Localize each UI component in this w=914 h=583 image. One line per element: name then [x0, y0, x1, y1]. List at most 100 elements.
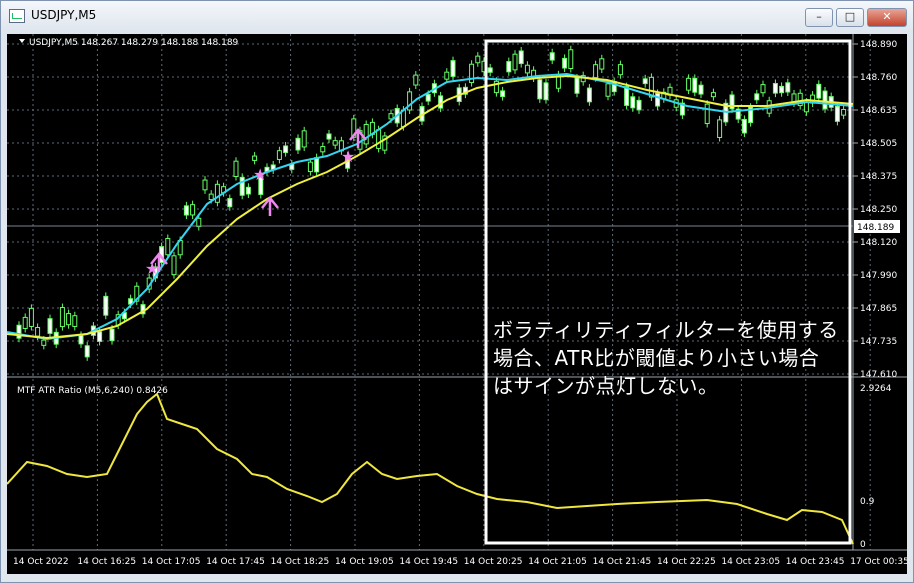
candle — [785, 82, 791, 93]
candle — [599, 58, 605, 70]
price-level-label: 147.865 — [860, 304, 897, 314]
candle — [413, 74, 419, 86]
candle — [630, 96, 636, 109]
candle — [655, 92, 661, 107]
time-axis-label: 14 Oct 2022 — [13, 557, 69, 567]
star-icon: ★ — [145, 259, 159, 278]
candle — [444, 71, 450, 80]
candle — [227, 198, 233, 208]
candle — [537, 79, 543, 100]
chevron-down-icon[interactable] — [19, 39, 25, 43]
maximize-button[interactable]: □ — [836, 8, 864, 27]
candle — [171, 255, 177, 276]
atr-level-label: 2.9264 — [860, 384, 892, 394]
candle — [214, 183, 220, 203]
candle — [332, 140, 338, 146]
price-level-label: 148.120 — [860, 238, 897, 248]
candle — [28, 307, 34, 327]
candle — [686, 77, 692, 91]
candle — [276, 150, 282, 160]
time-axis-label: 14 Oct 19:45 — [399, 557, 458, 567]
candle — [593, 64, 599, 79]
candle — [772, 82, 778, 94]
candle — [59, 307, 65, 328]
close-button[interactable]: ✕ — [867, 8, 907, 27]
candle — [710, 92, 716, 98]
current-price-label: 148.189 — [857, 223, 894, 233]
candle — [698, 84, 704, 95]
candle — [586, 87, 592, 103]
candle — [692, 77, 698, 93]
candle — [642, 78, 648, 85]
candle — [450, 60, 456, 77]
price-level-label: 148.375 — [860, 172, 897, 182]
price-level-label: 148.250 — [860, 205, 897, 215]
candle — [97, 331, 103, 342]
minimize-button[interactable]: – — [805, 8, 833, 27]
candle — [624, 86, 630, 106]
price-level-label: 148.890 — [860, 40, 897, 50]
chart-window: USDJPY,M5 – □ ✕ ★ ★ ★ 148.890 148.760 14… — [0, 0, 914, 583]
candle — [196, 217, 202, 228]
candle — [562, 57, 568, 69]
candle — [103, 295, 109, 316]
time-axis-label: 14 Oct 23:45 — [786, 557, 845, 567]
candle — [35, 327, 41, 337]
time-axis-label: 14 Oct 21:45 — [593, 557, 652, 567]
candle — [84, 345, 90, 358]
candle — [47, 318, 53, 334]
candle — [233, 160, 239, 178]
indicator-header: MTF ATR Ratio (M5,6,240) 0.8426 — [17, 386, 168, 396]
time-axis-label: 14 Oct 17:45 — [206, 557, 265, 567]
candle — [617, 64, 623, 76]
candle — [475, 55, 481, 64]
candle — [524, 64, 530, 74]
candle — [252, 155, 258, 161]
candle — [190, 204, 196, 216]
candle — [605, 83, 611, 97]
candle — [500, 90, 506, 98]
candle — [518, 50, 524, 65]
annotation-line-1: ボラティリティフィルターを使用する — [493, 318, 839, 342]
candle — [388, 113, 394, 120]
candle — [363, 123, 369, 145]
time-axis-label: 14 Oct 20:25 — [464, 557, 523, 567]
candle — [22, 316, 28, 329]
candle — [487, 67, 493, 73]
candle — [245, 186, 251, 195]
candle — [239, 176, 245, 196]
candle — [314, 157, 320, 173]
chart-area[interactable]: ★ ★ ★ 148.890 148.760 148.635 148.505 148.37… — [6, 34, 909, 574]
candle — [834, 105, 840, 122]
candle — [320, 146, 326, 153]
price-level-label: 147.735 — [860, 337, 897, 347]
candle — [760, 84, 766, 94]
time-axis-label: 17 Oct 00:35 — [850, 557, 907, 567]
candle — [506, 61, 512, 73]
title-bar[interactable]: USDJPY,M5 – □ ✕ — [1, 1, 913, 31]
price-level-label: 148.760 — [860, 73, 897, 83]
candle — [307, 161, 313, 173]
candle — [543, 82, 549, 101]
candle — [165, 237, 171, 256]
candle — [208, 193, 214, 201]
annotation-box — [484, 39, 852, 545]
window-title: USDJPY,M5 — [31, 8, 97, 22]
time-axis-label: 14 Oct 16:25 — [77, 557, 136, 567]
candle — [636, 99, 642, 111]
candle — [717, 119, 723, 138]
candle — [202, 179, 208, 191]
candle — [841, 108, 847, 116]
candle — [574, 77, 580, 94]
atr-level-label: 0 — [860, 540, 866, 550]
candle — [66, 313, 72, 326]
annotation-text: ボラティリティフィルターを使用する 場合、ATR比が閾値より小さい場合 はサイン… — [493, 316, 839, 400]
candle — [568, 49, 574, 69]
price-chart[interactable]: ★ ★ ★ 148.890 148.760 148.635 148.505 148.37… — [6, 34, 909, 574]
price-level-label: 148.505 — [860, 139, 897, 149]
candle — [72, 315, 78, 327]
time-axis-label: 14 Oct 22:25 — [657, 557, 716, 567]
candle — [183, 205, 189, 216]
candle — [376, 129, 382, 149]
candle — [283, 145, 289, 154]
